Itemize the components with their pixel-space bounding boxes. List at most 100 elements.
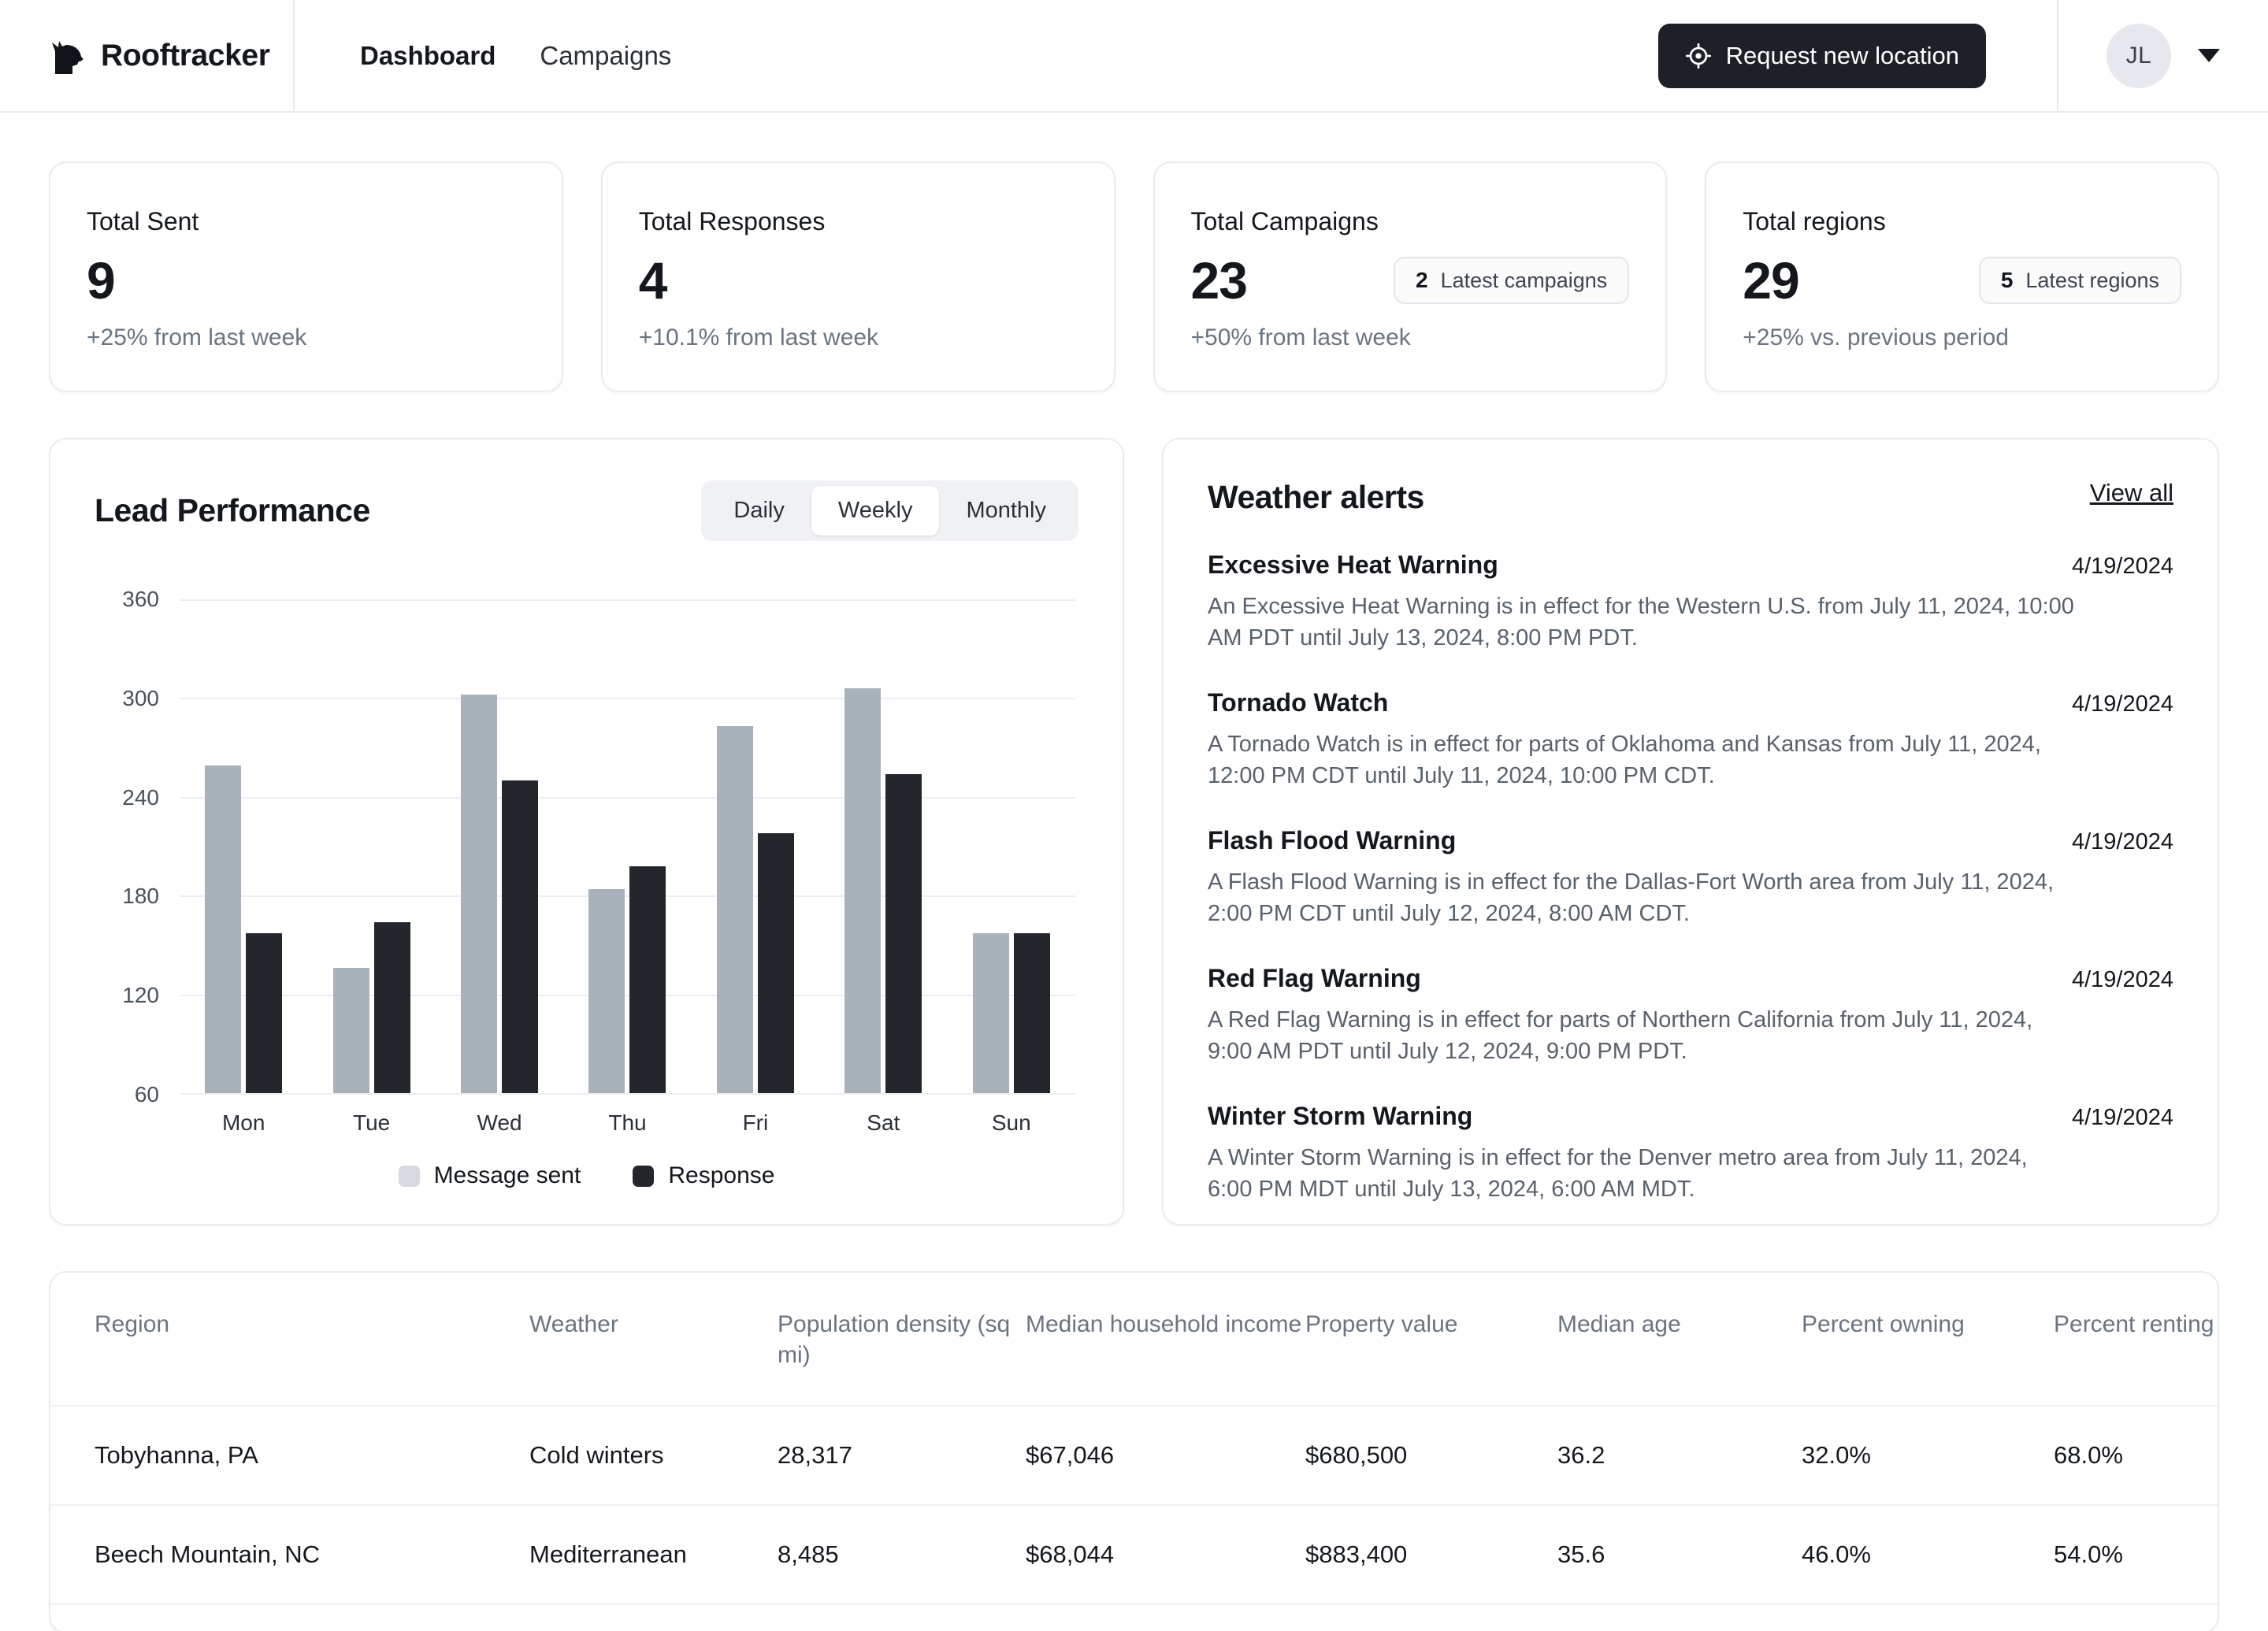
table-header-row: Region Weather Population density (sq mi… xyxy=(50,1273,2218,1406)
chart-x-tick-label: Fri xyxy=(742,1110,769,1135)
col-population-density[interactable]: Population density (sq mi) xyxy=(778,1273,1026,1406)
col-percent-owning[interactable]: Percent owning xyxy=(1802,1273,2054,1406)
chart-bar[interactable] xyxy=(716,725,753,1093)
weather-alert-header: Flash Flood Warning 4/19/2024 xyxy=(1208,826,2173,855)
col-median-age[interactable]: Median age xyxy=(1557,1273,1802,1406)
weather-alert-item[interactable]: Winter Storm Warning 4/19/2024 A Winter St… xyxy=(1208,1102,2173,1205)
range-monthly-button[interactable]: Monthly xyxy=(939,486,1073,536)
chart-bar[interactable] xyxy=(629,866,666,1093)
brand[interactable]: Rooftracker xyxy=(0,0,295,111)
table-cell: $63,801 xyxy=(1026,1603,1305,1631)
weather-alert-date: 4/19/2024 xyxy=(2071,691,2173,717)
chart-gridline: 60 xyxy=(135,1082,1075,1106)
stat-value: 29 xyxy=(1743,251,1799,310)
weather-alert-description: A Flash Flood Warning is in effect for t… xyxy=(1208,869,2055,927)
table-cell: 36.2 xyxy=(1557,1405,1802,1505)
chart-bar-group xyxy=(436,599,563,1093)
chart-bar[interactable] xyxy=(1013,933,1050,1093)
chart-bar[interactable] xyxy=(588,888,625,1093)
chart-bar[interactable] xyxy=(885,773,922,1093)
header-actions: Request new location JL xyxy=(1657,0,2268,111)
wolf-head-logo-icon xyxy=(49,38,84,74)
chart-x-tick-label: Thu xyxy=(608,1110,647,1135)
col-median-household-income[interactable]: Median household income xyxy=(1026,1273,1305,1406)
weather-alert-description: A Red Flag Warning is in effect for part… xyxy=(1208,1007,2033,1065)
col-property-value[interactable]: Property value xyxy=(1305,1273,1557,1406)
chart-bar[interactable] xyxy=(205,765,242,1093)
table-cell: 56.0% xyxy=(2054,1603,2218,1631)
chart-bar-group xyxy=(948,599,1075,1093)
table-row[interactable]: Tobyhanna, PA Cold winters 28,317 $67,046 $6… xyxy=(50,1405,2218,1505)
latest-campaigns-badge[interactable]: 2 Latest campaigns xyxy=(1394,257,1630,304)
table-cell: $68,044 xyxy=(1026,1504,1305,1604)
table-cell: $680,500 xyxy=(1305,1405,1557,1505)
weather-alert-name: Excessive Heat Warning xyxy=(1208,550,1498,579)
col-region[interactable]: Region xyxy=(50,1273,529,1406)
stat-title: Total Campaigns xyxy=(1190,207,1379,235)
chart-bar[interactable] xyxy=(246,933,283,1093)
chart-bar[interactable] xyxy=(844,688,882,1093)
chart-bar[interactable] xyxy=(461,695,498,1093)
weather-alert-item[interactable]: Excessive Heat Warning 4/19/2024 An Excess… xyxy=(1208,550,2173,654)
chart-x-tick-label: Mon xyxy=(221,1110,265,1135)
chart-bar[interactable] xyxy=(972,933,1009,1093)
chart-bar-group xyxy=(692,599,819,1093)
weather-alert-header: Winter Storm Warning 4/19/2024 xyxy=(1208,1102,2173,1131)
regions-table: Region Weather Population density (sq mi… xyxy=(50,1273,2218,1631)
table-cell: 46.0% xyxy=(1802,1504,2054,1604)
chart-bar-group xyxy=(819,599,947,1093)
chevron-down-icon[interactable] xyxy=(2198,49,2220,62)
brand-name: Rooftracker xyxy=(101,38,270,72)
weather-alert-date: 4/19/2024 xyxy=(2071,967,2173,993)
badge-label: Latest regions xyxy=(2025,268,2159,292)
stat-card-total-regions: Total regions 29 5 Latest regions +25% v… xyxy=(1705,161,2219,392)
weather-alert-item[interactable]: Flash Flood Warning 4/19/2024 A Flash Floo… xyxy=(1208,826,2173,929)
weather-alert-date: 4/19/2024 xyxy=(2071,554,2173,579)
weather-alert-description: A Winter Storm Warning is in effect for … xyxy=(1208,1145,2028,1203)
main-nav: Dashboard Campaigns xyxy=(295,0,1658,111)
chart-bar[interactable] xyxy=(502,780,539,1093)
nav-item-dashboard[interactable]: Dashboard xyxy=(360,41,496,71)
nav-item-campaigns[interactable]: Campaigns xyxy=(540,41,671,71)
stat-title: Total Responses xyxy=(638,207,826,235)
weather-alert-item[interactable]: Red Flag Warning 4/19/2024 A Red Flag Warn… xyxy=(1208,964,2173,1067)
legend-swatch-icon xyxy=(633,1165,655,1187)
chart-bar[interactable] xyxy=(332,968,369,1093)
weather-alert-item[interactable]: Tornado Watch 4/19/2024 A Tornado Watch is… xyxy=(1208,688,2173,791)
chart-plot: 60 120 180 240 300 360 xyxy=(122,587,1075,1106)
col-percent-renting[interactable]: Percent renting xyxy=(2054,1273,2218,1406)
weather-alert-date: 4/19/2024 xyxy=(2071,829,2173,855)
lead-performance-card: Lead Performance Daily Weekly Monthly 60… xyxy=(49,438,1124,1225)
chart-legend: Message sent Response xyxy=(95,1162,1078,1189)
table-row[interactable]: Palm Beach, FLCold winters11,943$63,801$… xyxy=(50,1603,2218,1631)
chart-bar[interactable] xyxy=(757,832,794,1093)
range-weekly-button[interactable]: Weekly xyxy=(811,486,940,536)
table-cell: 54.0% xyxy=(2054,1504,2218,1604)
range-daily-button[interactable]: Daily xyxy=(707,486,811,536)
col-weather[interactable]: Weather xyxy=(529,1273,778,1406)
chart-bar-group xyxy=(307,599,435,1093)
chart-x-axis-labels: Mon Tue Wed Thu Fri Sat Sun xyxy=(180,1110,1075,1136)
weather-alert-date: 4/19/2024 xyxy=(2071,1105,2173,1131)
regions-table-head: Region Weather Population density (sq mi… xyxy=(50,1273,2218,1406)
avatar[interactable]: JL xyxy=(2107,23,2171,88)
view-all-link[interactable]: View all xyxy=(2090,479,2173,507)
chart-x-tick-label: Tue xyxy=(353,1110,391,1135)
chart-y-tick-label: 60 xyxy=(134,1082,159,1106)
request-new-location-button[interactable]: Request new location xyxy=(1657,23,1986,88)
table-cell: $308,700 xyxy=(1305,1603,1557,1631)
table-cell: 28,317 xyxy=(778,1405,1026,1505)
table-row[interactable]: Beech Mountain, NC Mediterranean 8,485 $68,… xyxy=(50,1504,2218,1604)
user-menu[interactable]: JL xyxy=(2057,0,2268,111)
table-cell: 32.0% xyxy=(1802,1405,2054,1505)
chart-x-tick-label: Wed xyxy=(477,1110,522,1135)
legend-swatch-icon xyxy=(398,1165,420,1187)
table-cell: Mediterranean xyxy=(529,1504,778,1604)
legend-item-message-sent: Message sent xyxy=(398,1162,581,1189)
weather-alert-description: A Tornado Watch is in effect for parts o… xyxy=(1208,732,2041,789)
stat-card-total-sent: Total Sent 9 +25% from last week xyxy=(49,161,563,392)
table-cell: Palm Beach, FL xyxy=(50,1603,529,1631)
table-cell: $883,400 xyxy=(1305,1504,1557,1604)
chart-bar[interactable] xyxy=(373,921,410,1093)
latest-regions-badge[interactable]: 5 Latest regions xyxy=(1978,257,2181,304)
